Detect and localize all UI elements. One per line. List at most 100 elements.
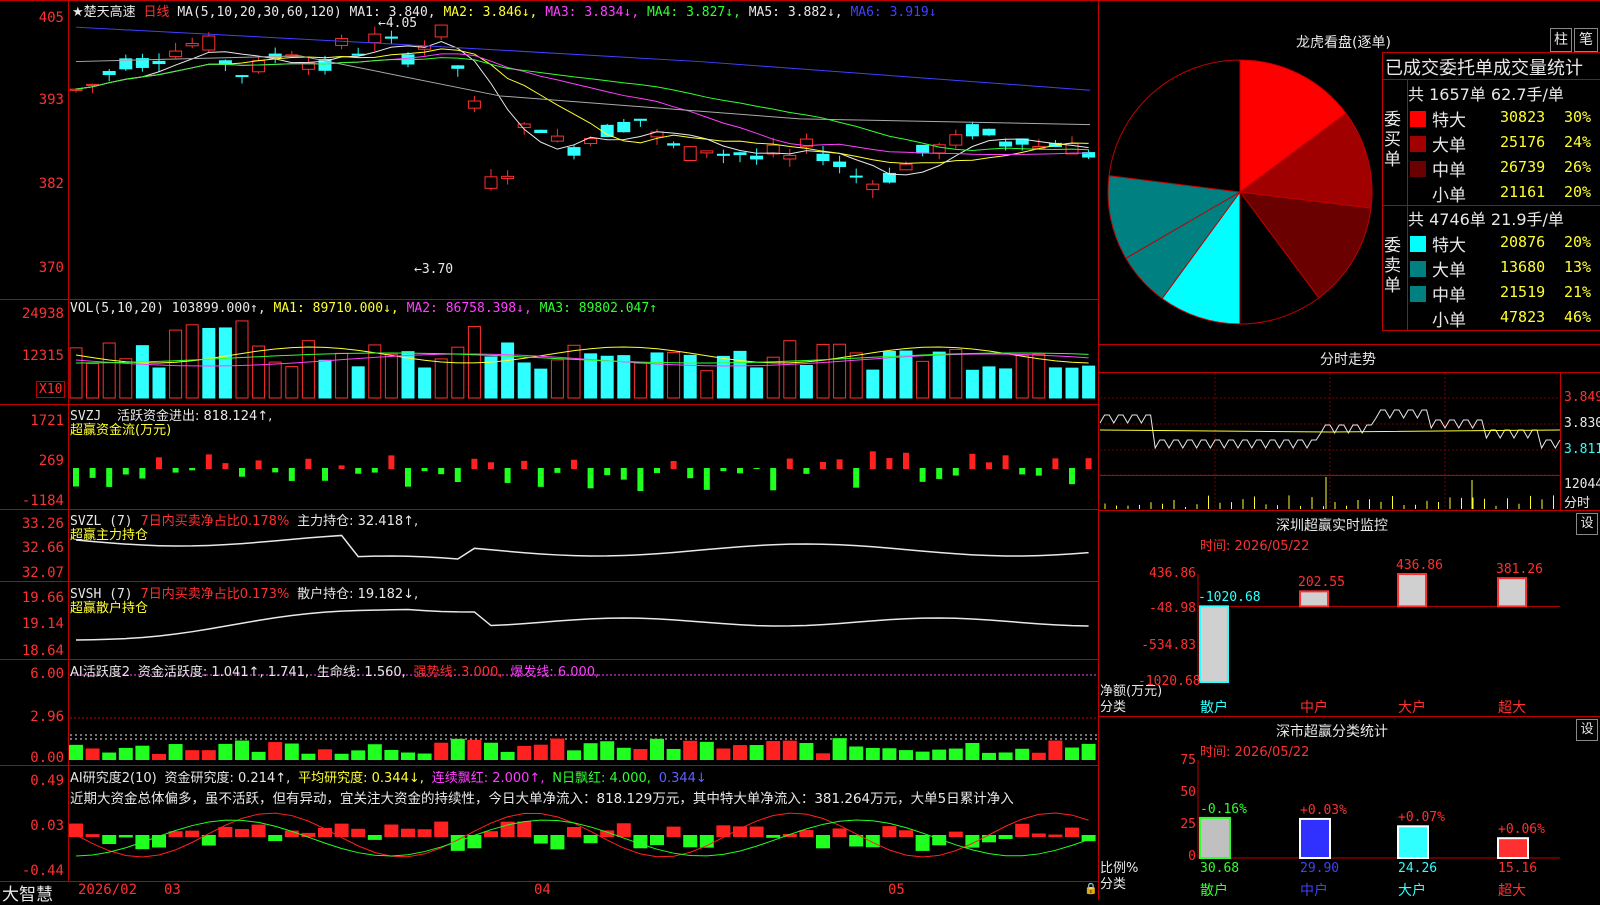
ai2-v2: 平均研究度: 0.344↓,	[298, 771, 424, 786]
legend-swatch	[1410, 111, 1426, 127]
stock-name[interactable]: ★楚天高速	[72, 5, 136, 20]
flow-bar	[654, 468, 660, 473]
activity-bar	[450, 738, 465, 760]
activity-bar	[799, 743, 814, 760]
volume-bar	[1065, 367, 1079, 399]
activity-bar	[1015, 748, 1030, 760]
research-bar	[384, 824, 399, 837]
activity-bar	[666, 748, 681, 760]
classify-category: 散户	[1200, 883, 1228, 899]
classify-category: 超大	[1498, 883, 1526, 899]
candle-body	[965, 124, 979, 137]
period-label[interactable]: 日线	[143, 5, 169, 20]
activity-bar	[849, 746, 864, 760]
research-bar	[683, 835, 698, 848]
brand-logo[interactable]: 大智慧	[2, 880, 53, 905]
candle-body	[750, 155, 764, 160]
activity-bar	[517, 745, 532, 760]
monitor-bar-value: -1020.68	[1198, 590, 1261, 606]
activity-bar	[251, 751, 266, 760]
volume-bar	[783, 340, 797, 399]
research-bar	[69, 823, 83, 837]
monitor-bar-value: 381.26	[1496, 562, 1543, 578]
candle-body	[899, 163, 913, 171]
order-row-name: 中单	[1432, 161, 1466, 181]
date-label-mar: 03	[164, 882, 181, 898]
monitor-axis-cat: 分类	[1100, 700, 1127, 715]
candle-body	[451, 65, 465, 69]
activity-bar	[500, 751, 515, 760]
vol-label: VOL(5,10,20)	[70, 301, 164, 316]
volume-bar	[567, 344, 581, 399]
candle-body	[467, 100, 481, 109]
candle-body	[733, 152, 747, 156]
bar-view-button[interactable]: 柱	[1550, 28, 1572, 52]
volume-bar	[667, 351, 681, 399]
research-bar	[1081, 835, 1096, 842]
volume-bar	[816, 343, 830, 399]
activity-bar	[716, 748, 731, 760]
research-bar	[982, 835, 996, 843]
flow-bar	[803, 468, 810, 474]
date-label-apr: 04	[534, 882, 551, 898]
volume-bar	[218, 327, 232, 399]
lock-icon[interactable]: 🔒	[1084, 882, 1098, 895]
ma4-line	[75, 57, 1089, 151]
activity-bar	[899, 750, 913, 760]
activity-bar	[600, 741, 615, 760]
volume-bar	[833, 343, 847, 399]
classify-value: 29.90	[1300, 861, 1340, 876]
order-row-name: 特大	[1432, 236, 1466, 256]
research-bar	[749, 826, 764, 837]
ai2-header: AI研究度2(10) 资金研究度: 0.214↑, 平均研究度: 0.344↓,…	[70, 767, 707, 786]
volume-bar	[799, 364, 813, 399]
activity-bar	[650, 738, 664, 760]
flow-bar	[670, 461, 677, 469]
volume-bar	[517, 362, 531, 399]
candle-body	[816, 153, 830, 162]
flow-bar	[73, 468, 79, 487]
candle-body	[550, 135, 564, 142]
flow-bar	[338, 465, 345, 469]
flow-bar	[388, 455, 395, 469]
monitor-bar-value: 436.86	[1396, 558, 1443, 573]
monitor-settings-button[interactable]: 设	[1576, 513, 1598, 535]
ai2-v4: N日飘红: 4.000,	[552, 771, 651, 786]
classify-axis-cat: 分类	[1100, 877, 1127, 892]
research-bar	[102, 835, 117, 845]
classify-settings-button[interactable]: 设	[1576, 719, 1598, 741]
volume-bar	[633, 362, 647, 399]
order-row-name: 小单	[1432, 186, 1466, 206]
volume-bar	[384, 353, 398, 399]
vol-unit-badge[interactable]: X10	[36, 381, 66, 398]
activity-bar	[583, 743, 598, 760]
order-row-pct: 24%	[1564, 133, 1592, 151]
flow-bar	[587, 468, 594, 489]
volume-bar	[235, 320, 249, 399]
price-tick-0: 405	[38, 10, 64, 26]
vol-ma3: MA3: 89802.047↑	[539, 301, 658, 316]
research-bar	[865, 835, 880, 848]
flow-bar	[820, 461, 826, 469]
tick-view-button[interactable]: 笔	[1574, 28, 1598, 52]
order-row-name: 小单	[1432, 311, 1466, 331]
volume-bar	[501, 342, 515, 399]
order-row-value: 21519	[1500, 283, 1546, 301]
intraday-title: 分时走势	[1320, 352, 1376, 368]
volume-bar	[965, 369, 979, 399]
ai2-label: AI研究度2(10)	[70, 771, 157, 786]
legend-swatch	[1410, 261, 1426, 277]
volume-bar	[650, 352, 664, 399]
flow-bar	[156, 457, 162, 469]
classify-bar-超大	[1497, 837, 1529, 859]
flow-bar	[521, 460, 528, 469]
ai1-tick-1: 2.96	[30, 709, 64, 725]
activity-bar	[782, 740, 797, 760]
research-bar	[915, 835, 930, 851]
activity-bar	[417, 753, 432, 760]
monitor-bar-value: 202.55	[1298, 575, 1345, 591]
research-bar	[816, 835, 830, 849]
monitor-category: 超大	[1498, 700, 1526, 716]
intraday-price-1: 3.830	[1564, 416, 1600, 431]
volume-bar	[899, 350, 913, 399]
